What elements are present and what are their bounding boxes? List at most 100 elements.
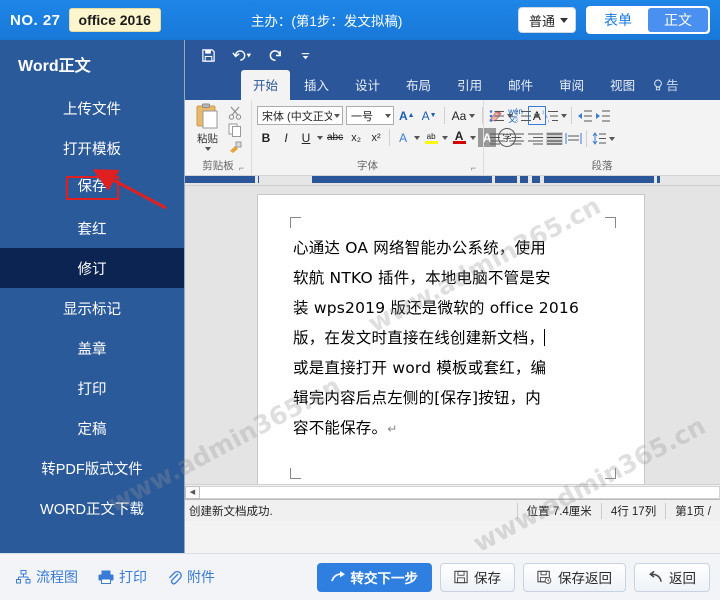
scroll-track[interactable] [200, 485, 720, 499]
print-link[interactable]: 打印 [92, 567, 153, 587]
sidebar-item-to-pdf[interactable]: 转PDF版式文件 [0, 448, 184, 488]
sidebar-item-upload[interactable]: 上传文件 [0, 88, 184, 128]
align-right-icon[interactable] [527, 132, 544, 145]
sidebar-item-save[interactable]: 保存 [0, 168, 184, 208]
save-button[interactable]: 保存 [440, 562, 515, 592]
numbered-list-icon[interactable]: 123 [515, 109, 532, 123]
tab-design[interactable]: 设计 [343, 70, 392, 100]
left-sidebar: Word正文 上传文件 打开模板 保存 套红 修订 显示标记 盖章 打印 定稿 … [0, 40, 184, 553]
tab-form[interactable]: 表单 [588, 8, 648, 32]
attachment-link[interactable]: 附件 [161, 567, 221, 587]
urgency-select[interactable]: 普通 [517, 7, 576, 33]
scroll-left-arrow-icon[interactable]: ◀ [185, 485, 200, 499]
superscript-button[interactable]: x² [367, 128, 385, 147]
font-dialog-launcher-icon[interactable]: ⌐ [471, 163, 476, 173]
sidebar-item-stamp[interactable]: 盖章 [0, 328, 184, 368]
tab-review[interactable]: 审阅 [547, 70, 596, 100]
status-position: 位置 7.4厘米 [516, 502, 601, 519]
return-button[interactable]: 返回 [634, 562, 710, 592]
distribute-icon[interactable] [565, 132, 582, 145]
chevron-down-icon[interactable] [317, 135, 323, 140]
italic-button[interactable]: I [277, 128, 295, 147]
bottom-action-bar: 流程图 打印 附件 转交下一步 保存 保存返回 返回 [0, 553, 720, 600]
tab-body[interactable]: 正文 [648, 8, 708, 32]
horizontal-ruler[interactable] [185, 176, 720, 186]
tell-me-box[interactable]: 告 [649, 70, 683, 100]
font-row-secondary: B I U abc x₂ x² A ab A A 字 [257, 128, 517, 147]
sidebar-item-download-word[interactable]: WORD正文下载 [0, 488, 184, 528]
shrink-font-button[interactable]: A ▼ [420, 106, 439, 125]
font-name-combo[interactable]: 宋体 (中文正文) [257, 106, 343, 125]
tab-layout[interactable]: 布局 [394, 70, 443, 100]
tab-mailings[interactable]: 邮件 [496, 70, 545, 100]
tab-insert[interactable]: 插入 [292, 70, 341, 100]
sidebar-item-red-header[interactable]: 套红 [0, 208, 184, 248]
word-status-bar: 创建新文档成功. 位置 7.4厘米 4行 17列 第1页 / [185, 499, 720, 521]
flowchart-link[interactable]: 流程图 [10, 567, 84, 587]
view-switch: 表单 正文 [586, 6, 710, 34]
bullet-list-icon[interactable] [489, 109, 505, 123]
chevron-down-icon[interactable] [507, 113, 513, 118]
sidebar-item-open-template[interactable]: 打开模板 [0, 128, 184, 168]
increase-indent-icon[interactable] [594, 109, 610, 123]
bold-label: B [261, 130, 271, 145]
word-editor-panel: 开始 插入 设计 布局 引用 邮件 审阅 视图 告 粘贴 剪贴板 ⌐ 宋体 (中… [184, 40, 720, 553]
svg-text:3: 3 [515, 118, 518, 123]
change-case-button[interactable]: Aa [450, 106, 478, 125]
chevron-down-icon[interactable] [534, 113, 540, 118]
divider [389, 129, 391, 146]
align-center-icon[interactable] [508, 132, 525, 145]
sidebar-item-label: 修订 [77, 261, 107, 278]
cut-icon[interactable] [228, 106, 242, 121]
clipboard-dialog-launcher-icon[interactable]: ⌐ [239, 163, 244, 173]
text-caret [544, 329, 546, 346]
paste-icon [196, 103, 217, 129]
justify-icon[interactable] [546, 132, 563, 145]
save-icon[interactable] [201, 48, 216, 63]
sidebar-item-finalize[interactable]: 定稿 [0, 408, 184, 448]
font-color-label: A [454, 129, 464, 143]
grow-font-button[interactable]: A ▲ [397, 106, 417, 125]
align-left-icon[interactable] [489, 132, 506, 145]
tab-references[interactable]: 引用 [445, 70, 494, 100]
save-return-button[interactable]: 保存返回 [523, 562, 626, 592]
font-size-combo[interactable]: 一号 [346, 106, 394, 125]
decrease-indent-icon[interactable] [576, 109, 592, 123]
strikethrough-button[interactable]: abc [325, 128, 345, 147]
chevron-down-icon[interactable] [470, 135, 477, 140]
document-body-text[interactable]: 心通达 OA 网络智能办公系统，使用 软航 NTKO 插件，本地电脑不管是安 装… [293, 233, 613, 444]
ribbon-group-clipboard: 粘贴 剪贴板 ⌐ [185, 100, 251, 175]
clipboard-mini-buttons [225, 103, 246, 157]
text-effects-button[interactable]: A [394, 128, 412, 147]
clipboard-label-text: 剪贴板 [202, 160, 234, 172]
font-color-button[interactable]: A [450, 128, 468, 147]
format-painter-icon[interactable] [228, 140, 243, 154]
multilevel-list-icon[interactable]: 1ai [542, 109, 559, 123]
bold-button[interactable]: B [257, 128, 275, 147]
undo-icon[interactable] [232, 48, 252, 63]
sidebar-item-show-marks[interactable]: 显示标记 [0, 288, 184, 328]
forward-next-step-button[interactable]: 转交下一步 [316, 562, 432, 592]
document-page[interactable]: 心通达 OA 网络智能办公系统，使用 软航 NTKO 插件，本地电脑不管是安 装… [257, 194, 645, 494]
sidebar-item-revision[interactable]: 修订 [0, 248, 184, 288]
doc-line: 软航 NTKO 插件，本地电脑不管是安 [293, 269, 551, 287]
subscript-button[interactable]: x₂ [347, 128, 365, 147]
customize-qat-icon[interactable] [299, 49, 312, 62]
horizontal-scrollbar[interactable]: ◀ [185, 484, 720, 499]
redo-icon[interactable] [268, 48, 283, 63]
chevron-down-icon[interactable] [414, 135, 421, 140]
chevron-down-icon[interactable] [561, 113, 567, 118]
copy-icon[interactable] [228, 123, 242, 137]
sidebar-item-label: 保存 [65, 176, 119, 200]
paste-button[interactable]: 粘贴 [190, 103, 225, 151]
chevron-down-icon[interactable] [609, 136, 615, 141]
line-spacing-icon[interactable] [591, 132, 607, 145]
tab-view[interactable]: 视图 [598, 70, 647, 100]
underline-button[interactable]: U [297, 128, 315, 147]
sidebar-item-print[interactable]: 打印 [0, 368, 184, 408]
tab-home[interactable]: 开始 [241, 70, 291, 100]
chevron-down-icon[interactable] [442, 135, 449, 140]
margin-corner-icon [605, 217, 616, 228]
chevron-down-icon[interactable] [204, 147, 211, 151]
highlight-color-button[interactable]: ab [422, 128, 440, 147]
